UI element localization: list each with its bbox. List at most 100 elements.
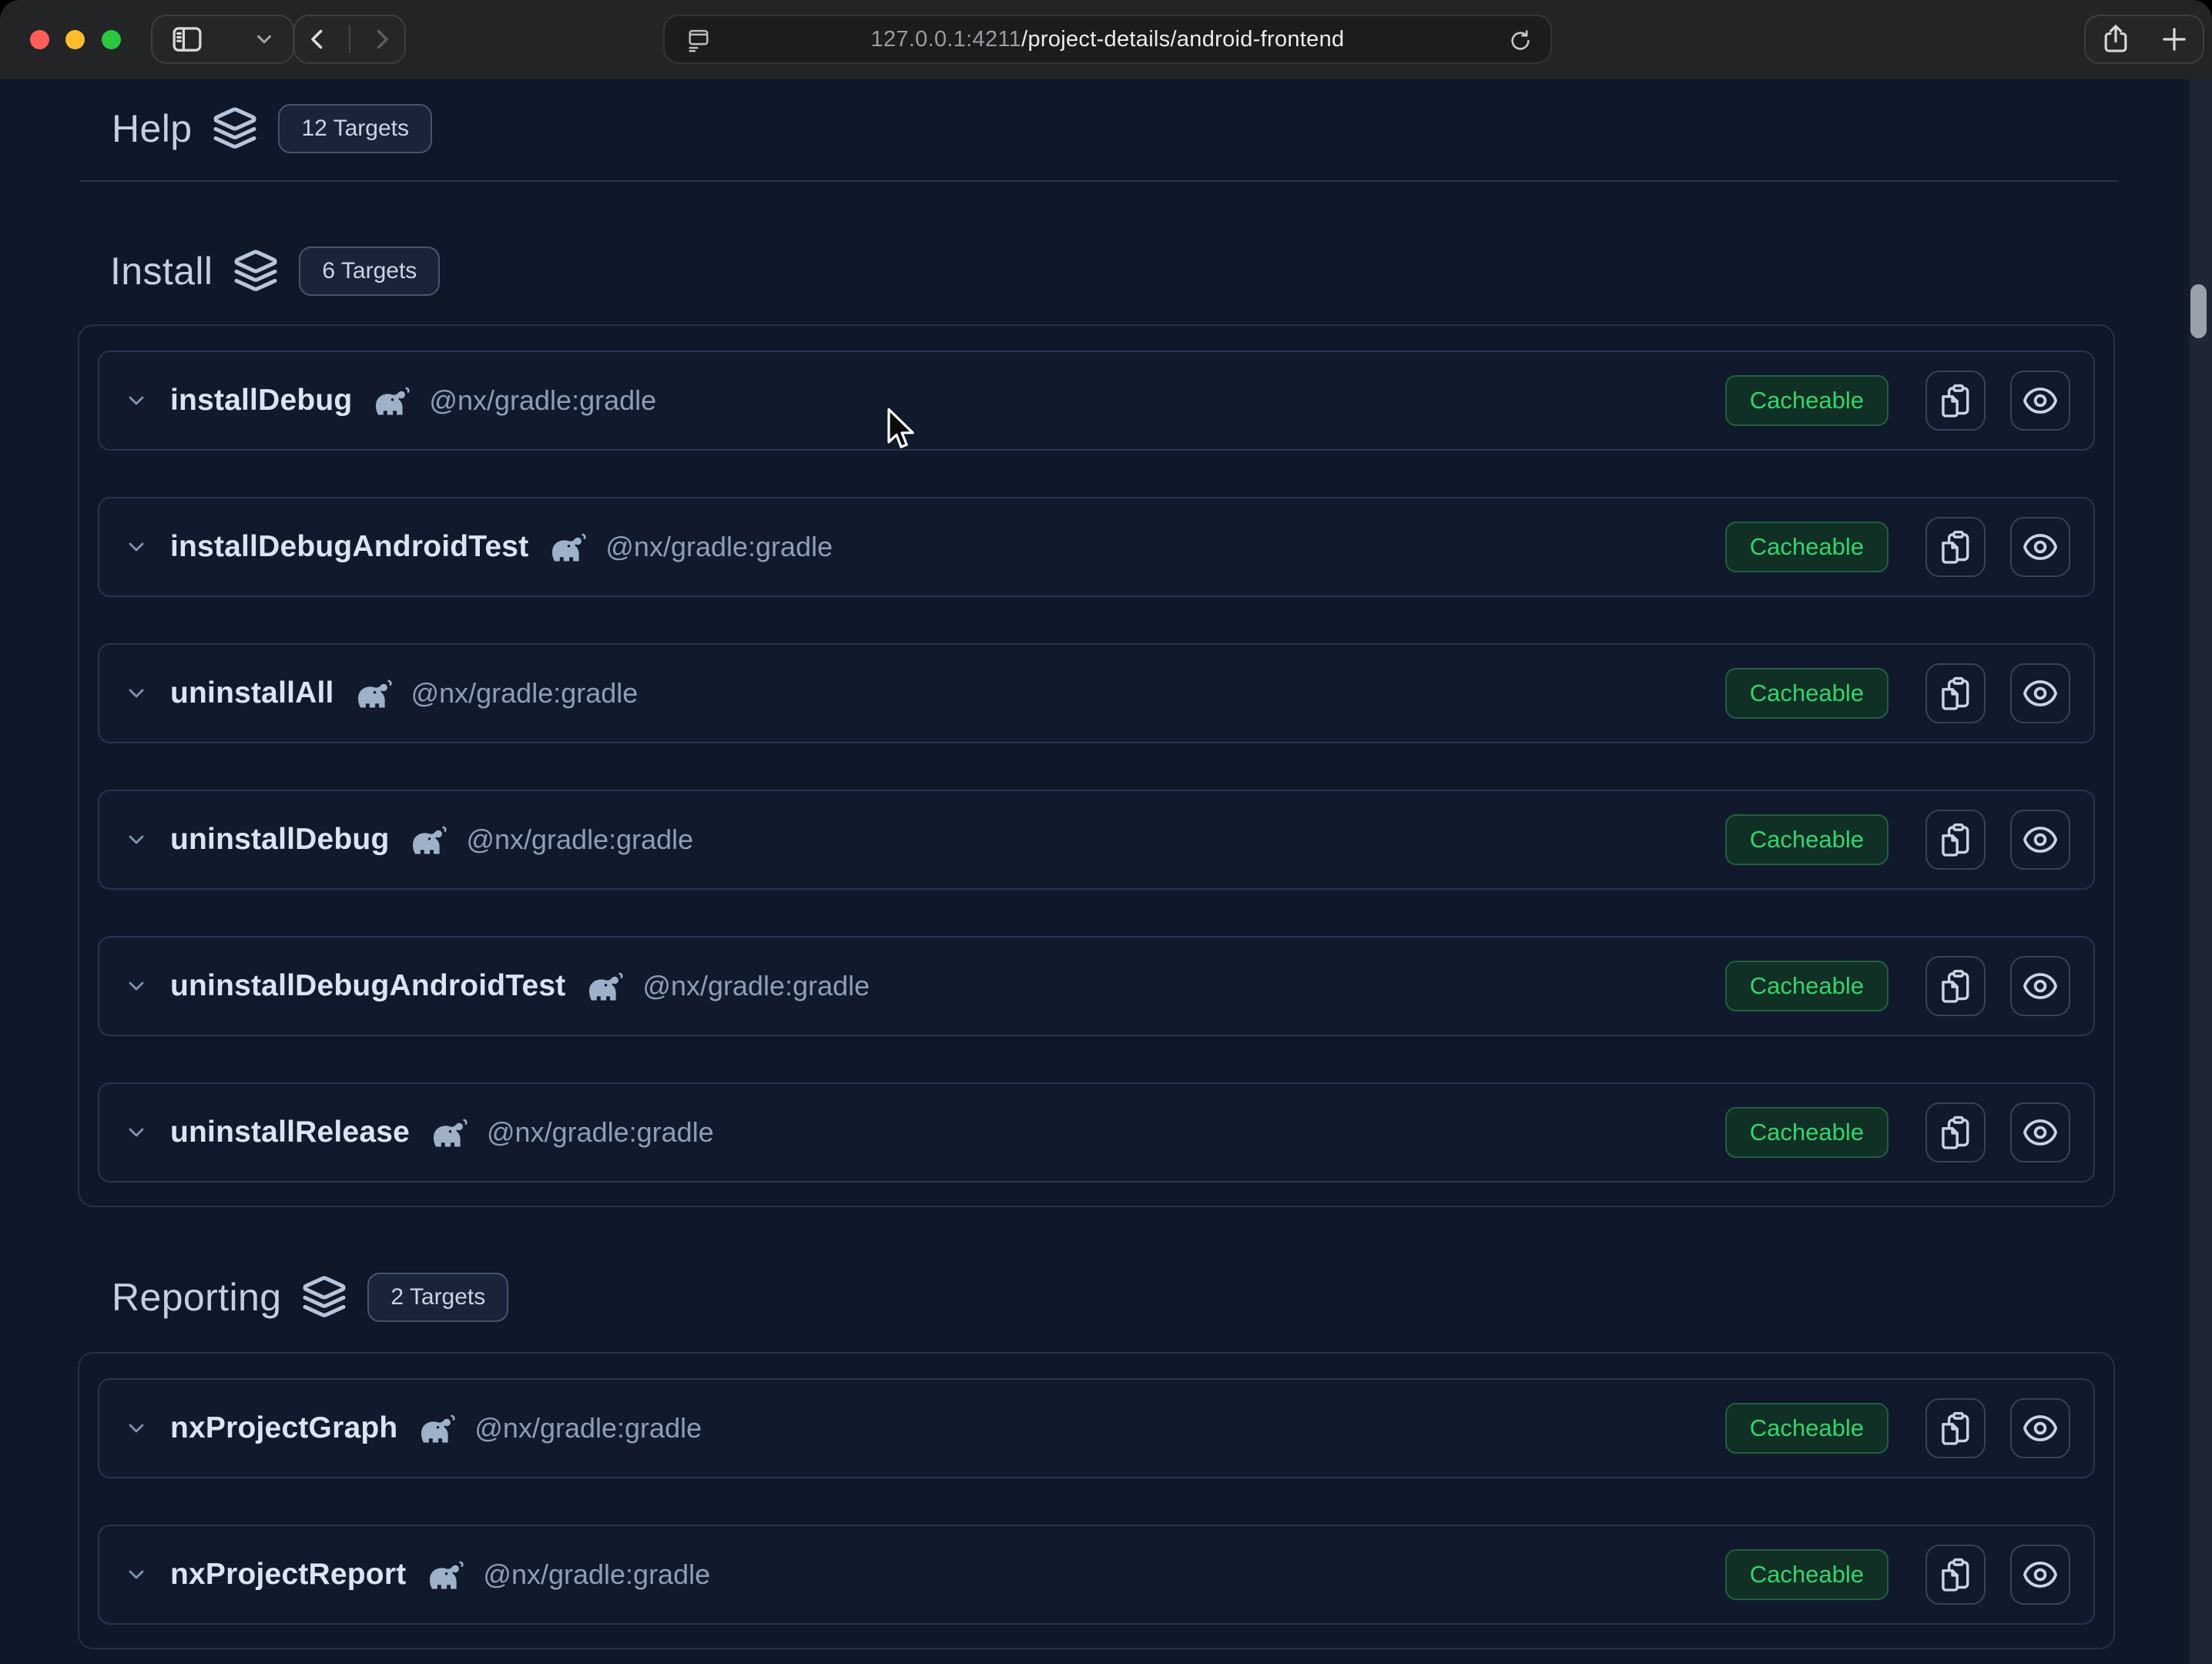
forward-icon[interactable] bbox=[368, 25, 396, 53]
view-target-button[interactable] bbox=[2010, 663, 2070, 723]
target-executor: @nx/gradle:gradle bbox=[474, 1412, 702, 1444]
target-group-install: installDebug @nx/gradle:gradle Cacheable bbox=[78, 324, 2115, 1207]
target-row-actions: Cacheable bbox=[1725, 1102, 2070, 1162]
eye-icon bbox=[2022, 382, 2059, 419]
eye-icon bbox=[2022, 1410, 2059, 1447]
share-icon[interactable] bbox=[2099, 22, 2133, 56]
sidebar-icon[interactable] bbox=[169, 22, 205, 57]
address-bar[interactable]: 127.0.0.1:4211/project-details/android-f… bbox=[663, 15, 1552, 64]
sidebar-toggle-group bbox=[151, 15, 294, 64]
section-title: Reporting bbox=[112, 1275, 281, 1320]
target-row[interactable]: nxProjectReport @nx/gradle:gradle Cachea… bbox=[98, 1525, 2095, 1625]
toolbar-right-group bbox=[2084, 15, 2204, 64]
target-row[interactable]: installDebug @nx/gradle:gradle Cacheable bbox=[98, 351, 2095, 451]
cacheable-badge: Cacheable bbox=[1725, 375, 1889, 426]
eye-icon bbox=[2022, 1556, 2059, 1593]
target-name: uninstallDebug bbox=[170, 823, 389, 857]
cacheable-badge: Cacheable bbox=[1725, 668, 1889, 719]
copy-target-button[interactable] bbox=[1925, 1398, 1986, 1458]
target-row[interactable]: uninstallDebug @nx/gradle:gradle Cacheab… bbox=[98, 790, 2095, 890]
view-target-button[interactable] bbox=[2010, 1398, 2070, 1458]
target-row-left: nxProjectReport @nx/gradle:gradle bbox=[124, 1558, 710, 1592]
close-window-button[interactable] bbox=[30, 30, 49, 49]
target-name: uninstallRelease bbox=[170, 1115, 410, 1149]
chevron-down-icon[interactable] bbox=[124, 388, 149, 413]
copy-target-button[interactable] bbox=[1925, 371, 1986, 431]
target-name: uninstallDebugAndroidTest bbox=[170, 969, 565, 1003]
target-row-actions: Cacheable bbox=[1725, 810, 2070, 870]
target-row[interactable]: uninstallDebugAndroidTest @nx/gradle:gra… bbox=[98, 936, 2095, 1036]
view-target-button[interactable] bbox=[2010, 517, 2070, 577]
project-details-page: Help 12 Targets Install 6 Targe bbox=[0, 79, 2212, 1664]
cacheable-badge: Cacheable bbox=[1725, 814, 1889, 865]
target-row[interactable]: installDebugAndroidTest @nx/gradle:gradl… bbox=[98, 497, 2095, 597]
target-executor: @nx/gradle:gradle bbox=[642, 970, 870, 1002]
new-tab-icon[interactable] bbox=[2158, 23, 2190, 55]
target-row-left: nxProjectGraph @nx/gradle:gradle bbox=[124, 1411, 702, 1445]
scrollbar-gutter bbox=[2184, 79, 2190, 1664]
target-row-left: installDebugAndroidTest @nx/gradle:gradl… bbox=[124, 530, 833, 564]
cacheable-badge: Cacheable bbox=[1725, 1549, 1889, 1600]
url-host: 127.0.0.1:4211 bbox=[871, 27, 1022, 52]
chevron-down-icon[interactable] bbox=[124, 827, 149, 852]
clipboard-copy-icon bbox=[1938, 1411, 1973, 1446]
copy-target-button[interactable] bbox=[1925, 956, 1986, 1016]
targets-count-badge: 2 Targets bbox=[367, 1273, 508, 1322]
gradle-elephant-icon bbox=[372, 385, 411, 416]
back-icon[interactable] bbox=[303, 25, 331, 53]
reload-icon[interactable] bbox=[1507, 28, 1533, 58]
chevron-down-icon[interactable] bbox=[124, 1416, 149, 1441]
eye-icon bbox=[2022, 675, 2059, 712]
target-name: uninstallAll bbox=[170, 676, 334, 710]
chevron-down-icon[interactable] bbox=[124, 1562, 149, 1587]
copy-target-button[interactable] bbox=[1925, 810, 1986, 870]
target-row-actions: Cacheable bbox=[1725, 1545, 2070, 1605]
chevron-down-icon[interactable] bbox=[124, 1120, 149, 1145]
copy-target-button[interactable] bbox=[1925, 1545, 1986, 1605]
target-executor: @nx/gradle:gradle bbox=[605, 531, 833, 563]
minimize-window-button[interactable] bbox=[65, 30, 85, 49]
section-header-reporting: Reporting 2 Targets bbox=[112, 1270, 508, 1325]
target-row[interactable]: uninstallRelease @nx/gradle:gradle Cache… bbox=[98, 1082, 2095, 1183]
chevron-down-icon[interactable] bbox=[124, 974, 149, 998]
clipboard-copy-icon bbox=[1938, 676, 1973, 711]
chevron-down-icon[interactable] bbox=[124, 535, 149, 559]
target-row-left: uninstallDebug @nx/gradle:gradle bbox=[124, 823, 693, 857]
target-row[interactable]: uninstallAll @nx/gradle:gradle Cacheable bbox=[98, 643, 2095, 743]
gradle-elephant-icon bbox=[417, 1413, 456, 1444]
zoom-window-button[interactable] bbox=[102, 30, 121, 49]
target-row-actions: Cacheable bbox=[1725, 956, 2070, 1016]
section-title: Install bbox=[110, 249, 213, 294]
gradle-elephant-icon bbox=[585, 971, 624, 1001]
target-row-left: installDebug @nx/gradle:gradle bbox=[124, 384, 656, 418]
gradle-elephant-icon bbox=[426, 1559, 464, 1590]
view-target-button[interactable] bbox=[2010, 1545, 2070, 1605]
view-target-button[interactable] bbox=[2010, 956, 2070, 1016]
cacheable-badge: Cacheable bbox=[1725, 961, 1889, 1011]
eye-icon bbox=[2022, 821, 2059, 858]
target-row-left: uninstallRelease @nx/gradle:gradle bbox=[124, 1115, 714, 1149]
copy-target-button[interactable] bbox=[1925, 1102, 1986, 1162]
target-executor: @nx/gradle:gradle bbox=[483, 1558, 710, 1591]
section-header-help: Help 12 Targets bbox=[112, 101, 432, 156]
view-target-button[interactable] bbox=[2010, 371, 2070, 431]
sidebar-menu-chevron-down-icon[interactable] bbox=[253, 28, 276, 51]
clipboard-copy-icon bbox=[1938, 1557, 1973, 1592]
view-target-button[interactable] bbox=[2010, 1102, 2070, 1162]
layers-icon bbox=[212, 106, 258, 152]
scrollbar-thumb[interactable] bbox=[2190, 284, 2207, 338]
target-row-actions: Cacheable bbox=[1725, 517, 2070, 577]
mouse-cursor bbox=[886, 408, 917, 456]
gradle-elephant-icon bbox=[430, 1117, 468, 1148]
target-row-actions: Cacheable bbox=[1725, 371, 2070, 431]
copy-target-button[interactable] bbox=[1925, 517, 1986, 577]
target-executor: @nx/gradle:gradle bbox=[411, 677, 638, 710]
gradle-elephant-icon bbox=[409, 824, 447, 855]
target-row-left: uninstallDebugAndroidTest @nx/gradle:gra… bbox=[124, 969, 870, 1003]
target-row-actions: Cacheable bbox=[1725, 663, 2070, 723]
url-text: 127.0.0.1:4211/project-details/android-f… bbox=[665, 27, 1550, 52]
view-target-button[interactable] bbox=[2010, 810, 2070, 870]
copy-target-button[interactable] bbox=[1925, 663, 1986, 723]
target-row[interactable]: nxProjectGraph @nx/gradle:gradle Cacheab… bbox=[98, 1378, 2095, 1478]
chevron-down-icon[interactable] bbox=[124, 681, 149, 706]
